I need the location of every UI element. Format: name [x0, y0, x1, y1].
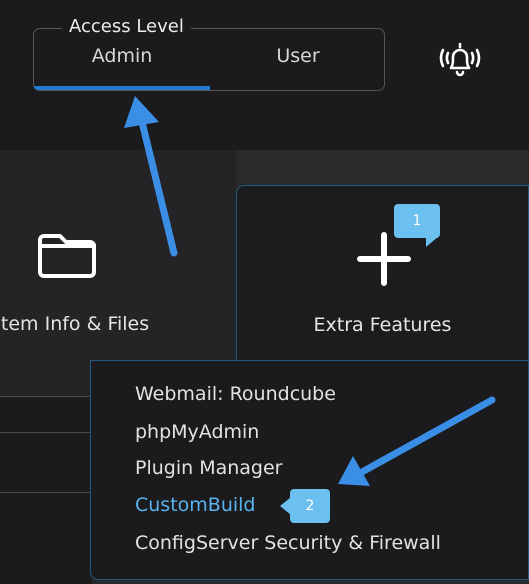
menu-item-webmail[interactable]: Webmail: Roundcube — [135, 383, 336, 405]
menu-item-custombuild[interactable]: CustomBuild — [135, 494, 256, 516]
step-badge-2: 2 — [290, 489, 330, 523]
plus-icon — [357, 232, 411, 286]
left-list — [0, 396, 92, 584]
system-info-label: stem Info & Files — [0, 313, 150, 335]
bell-ringing-icon[interactable] — [437, 38, 483, 82]
menu-item-plugin-manager[interactable]: Plugin Manager — [135, 457, 282, 479]
extra-features-menu: Webmail: Roundcube phpMyAdmin Plugin Man… — [90, 360, 529, 580]
step-badge-1: 1 — [394, 204, 440, 238]
menu-item-phpmyadmin[interactable]: phpMyAdmin — [135, 421, 259, 443]
extra-features-label: Extra Features — [313, 314, 452, 336]
access-option-user[interactable]: User — [210, 45, 386, 73]
menu-item-configserver[interactable]: ConfigServer Security & Firewall — [135, 532, 441, 554]
folder-icon — [38, 234, 96, 278]
access-selected-indicator — [34, 86, 210, 90]
row-divider — [0, 492, 92, 493]
access-option-admin[interactable]: Admin — [34, 45, 210, 73]
row-divider — [0, 432, 92, 433]
access-level-legend: Access Level — [62, 15, 191, 39]
access-level-switch: Access Level Admin User — [33, 15, 386, 91]
row-divider — [0, 396, 92, 397]
